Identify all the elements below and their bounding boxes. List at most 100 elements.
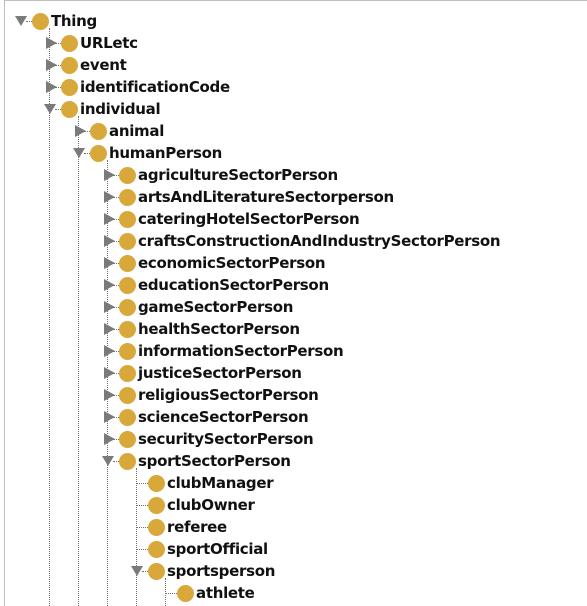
tree-row-game-sector-person[interactable]: gameSectorPerson bbox=[101, 296, 293, 318]
class-hierarchy-tree: Thing URLetc event identificationCode indivi… bbox=[0, 0, 587, 606]
tree-connector bbox=[113, 417, 119, 418]
panel-border-top bbox=[4, 0, 587, 1]
tree-row-club-manager[interactable]: clubManager bbox=[130, 472, 274, 494]
tree-connector bbox=[113, 373, 119, 374]
tree-node-label[interactable]: animal bbox=[109, 120, 164, 142]
class-circle-icon bbox=[148, 562, 165, 580]
tree-node-label[interactable]: sportSectorPerson bbox=[138, 450, 291, 472]
tree-row-individual[interactable]: individual bbox=[43, 98, 161, 120]
tree-connector bbox=[113, 219, 119, 220]
tree-row-justice-sector-person[interactable]: justiceSectorPerson bbox=[101, 362, 302, 384]
tree-row-athlete[interactable]: athlete bbox=[159, 582, 255, 604]
tree-node-label[interactable]: gameSectorPerson bbox=[138, 296, 293, 318]
class-circle-icon bbox=[32, 12, 49, 30]
tree-connector bbox=[55, 43, 61, 44]
tree-connector bbox=[136, 483, 148, 484]
class-circle-icon bbox=[119, 210, 136, 228]
tree-node-label[interactable]: cateringHotelSectorPerson bbox=[138, 208, 360, 230]
tree-row--thing[interactable]: Thing bbox=[14, 10, 97, 32]
tree-node-label[interactable]: artsAndLiteratureSectorperson bbox=[138, 186, 394, 208]
tree-connector bbox=[55, 109, 61, 110]
tree-node-label[interactable]: religiousSectorPerson bbox=[138, 384, 319, 406]
tree-row-education-sector-person[interactable]: educationSectorPerson bbox=[101, 274, 329, 296]
tree-row-animal[interactable]: animal bbox=[72, 120, 164, 142]
tree-row-information-sector-person[interactable]: informationSectorPerson bbox=[101, 340, 344, 362]
tree-node-label[interactable]: individual bbox=[80, 98, 161, 120]
panel-border-left bbox=[4, 0, 5, 606]
tree-connector bbox=[113, 197, 119, 198]
tree-row-human-person[interactable]: humanPerson bbox=[72, 142, 222, 164]
class-circle-icon bbox=[119, 430, 136, 448]
class-circle-icon bbox=[119, 386, 136, 404]
tree-node-label[interactable]: sportOfficial bbox=[167, 538, 268, 560]
class-circle-icon bbox=[119, 232, 136, 250]
class-circle-icon bbox=[61, 78, 78, 96]
class-circle-icon bbox=[177, 584, 194, 602]
tree-row-science-sector-person[interactable]: scienceSectorPerson bbox=[101, 406, 309, 428]
tree-node-label[interactable]: identificationCode bbox=[80, 76, 230, 98]
tree-connector bbox=[113, 461, 119, 462]
tree-row-club-owner[interactable]: clubOwner bbox=[130, 494, 255, 516]
tree-node-label[interactable]: clubManager bbox=[167, 472, 274, 494]
class-circle-icon bbox=[148, 540, 165, 558]
tree-row-economic-sector-person[interactable]: economicSectorPerson bbox=[101, 252, 326, 274]
tree-connector bbox=[84, 131, 90, 132]
tree-connector bbox=[136, 527, 148, 528]
tree-row-referee[interactable]: referee bbox=[130, 516, 227, 538]
tree-node-label[interactable]: healthSectorPerson bbox=[138, 318, 300, 340]
tree-connector bbox=[165, 593, 177, 594]
tree-node-label[interactable]: clubOwner bbox=[167, 494, 255, 516]
tree-node-label[interactable]: event bbox=[80, 54, 127, 76]
tree-connector bbox=[113, 351, 119, 352]
tree-row-sportsperson[interactable]: sportsperson bbox=[130, 560, 275, 582]
class-circle-icon bbox=[148, 518, 165, 536]
tree-node-label[interactable]: humanPerson bbox=[109, 142, 222, 164]
class-circle-icon bbox=[61, 34, 78, 52]
tree-row-religious-sector-person[interactable]: religiousSectorPerson bbox=[101, 384, 319, 406]
class-circle-icon bbox=[90, 144, 107, 162]
tree-node-label[interactable]: sportsperson bbox=[167, 560, 275, 582]
tree-row-crafts-construction-and-industry-sector-person[interactable]: craftsConstructionAndIndustrySectorPerso… bbox=[101, 230, 501, 252]
class-circle-icon bbox=[119, 408, 136, 426]
tree-connector bbox=[113, 263, 119, 264]
tree-row-catering-hotel-sector-person[interactable]: cateringHotelSectorPerson bbox=[101, 208, 360, 230]
tree-row-security-sector-person[interactable]: securitySectorPerson bbox=[101, 428, 314, 450]
class-circle-icon bbox=[119, 276, 136, 294]
class-circle-icon bbox=[119, 188, 136, 206]
tree-node-label[interactable]: justiceSectorPerson bbox=[138, 362, 302, 384]
tree-row-identification-code[interactable]: identificationCode bbox=[43, 76, 230, 98]
tree-guide-line bbox=[78, 116, 79, 606]
tree-row-health-sector-person[interactable]: healthSectorPerson bbox=[101, 318, 300, 340]
tree-row-event[interactable]: event bbox=[43, 54, 127, 76]
tree-connector bbox=[84, 153, 90, 154]
tree-node-label[interactable]: athlete bbox=[196, 582, 255, 604]
class-circle-icon bbox=[148, 474, 165, 492]
class-circle-icon bbox=[119, 254, 136, 272]
tree-connector bbox=[113, 307, 119, 308]
tree-connector bbox=[113, 175, 119, 176]
class-circle-icon bbox=[148, 496, 165, 514]
class-circle-icon bbox=[119, 166, 136, 184]
class-circle-icon bbox=[119, 452, 136, 470]
tree-node-label[interactable]: craftsConstructionAndIndustrySectorPerso… bbox=[138, 230, 501, 252]
tree-connector bbox=[113, 395, 119, 396]
tree-node-label[interactable]: informationSectorPerson bbox=[138, 340, 344, 362]
tree-connector bbox=[113, 329, 119, 330]
class-circle-icon bbox=[61, 56, 78, 74]
class-circle-icon bbox=[61, 100, 78, 118]
tree-node-label[interactable]: referee bbox=[167, 516, 227, 538]
tree-row-sport-sector-person[interactable]: sportSectorPerson bbox=[101, 450, 291, 472]
tree-node-label[interactable]: scienceSectorPerson bbox=[138, 406, 309, 428]
tree-row--u-r-letc[interactable]: URLetc bbox=[43, 32, 138, 54]
tree-row-arts-and-literature-sectorperson[interactable]: artsAndLiteratureSectorperson bbox=[101, 186, 394, 208]
tree-row-agriculture-sector-person[interactable]: agricultureSectorPerson bbox=[101, 164, 338, 186]
tree-node-label[interactable]: Thing bbox=[51, 10, 97, 32]
tree-node-label[interactable]: economicSectorPerson bbox=[138, 252, 326, 274]
tree-node-label[interactable]: educationSectorPerson bbox=[138, 274, 329, 296]
tree-node-label[interactable]: securitySectorPerson bbox=[138, 428, 314, 450]
class-circle-icon bbox=[90, 122, 107, 140]
tree-connector bbox=[142, 571, 148, 572]
tree-node-label[interactable]: URLetc bbox=[80, 32, 138, 54]
tree-row-sport-official[interactable]: sportOfficial bbox=[130, 538, 268, 560]
tree-node-label[interactable]: agricultureSectorPerson bbox=[138, 164, 338, 186]
